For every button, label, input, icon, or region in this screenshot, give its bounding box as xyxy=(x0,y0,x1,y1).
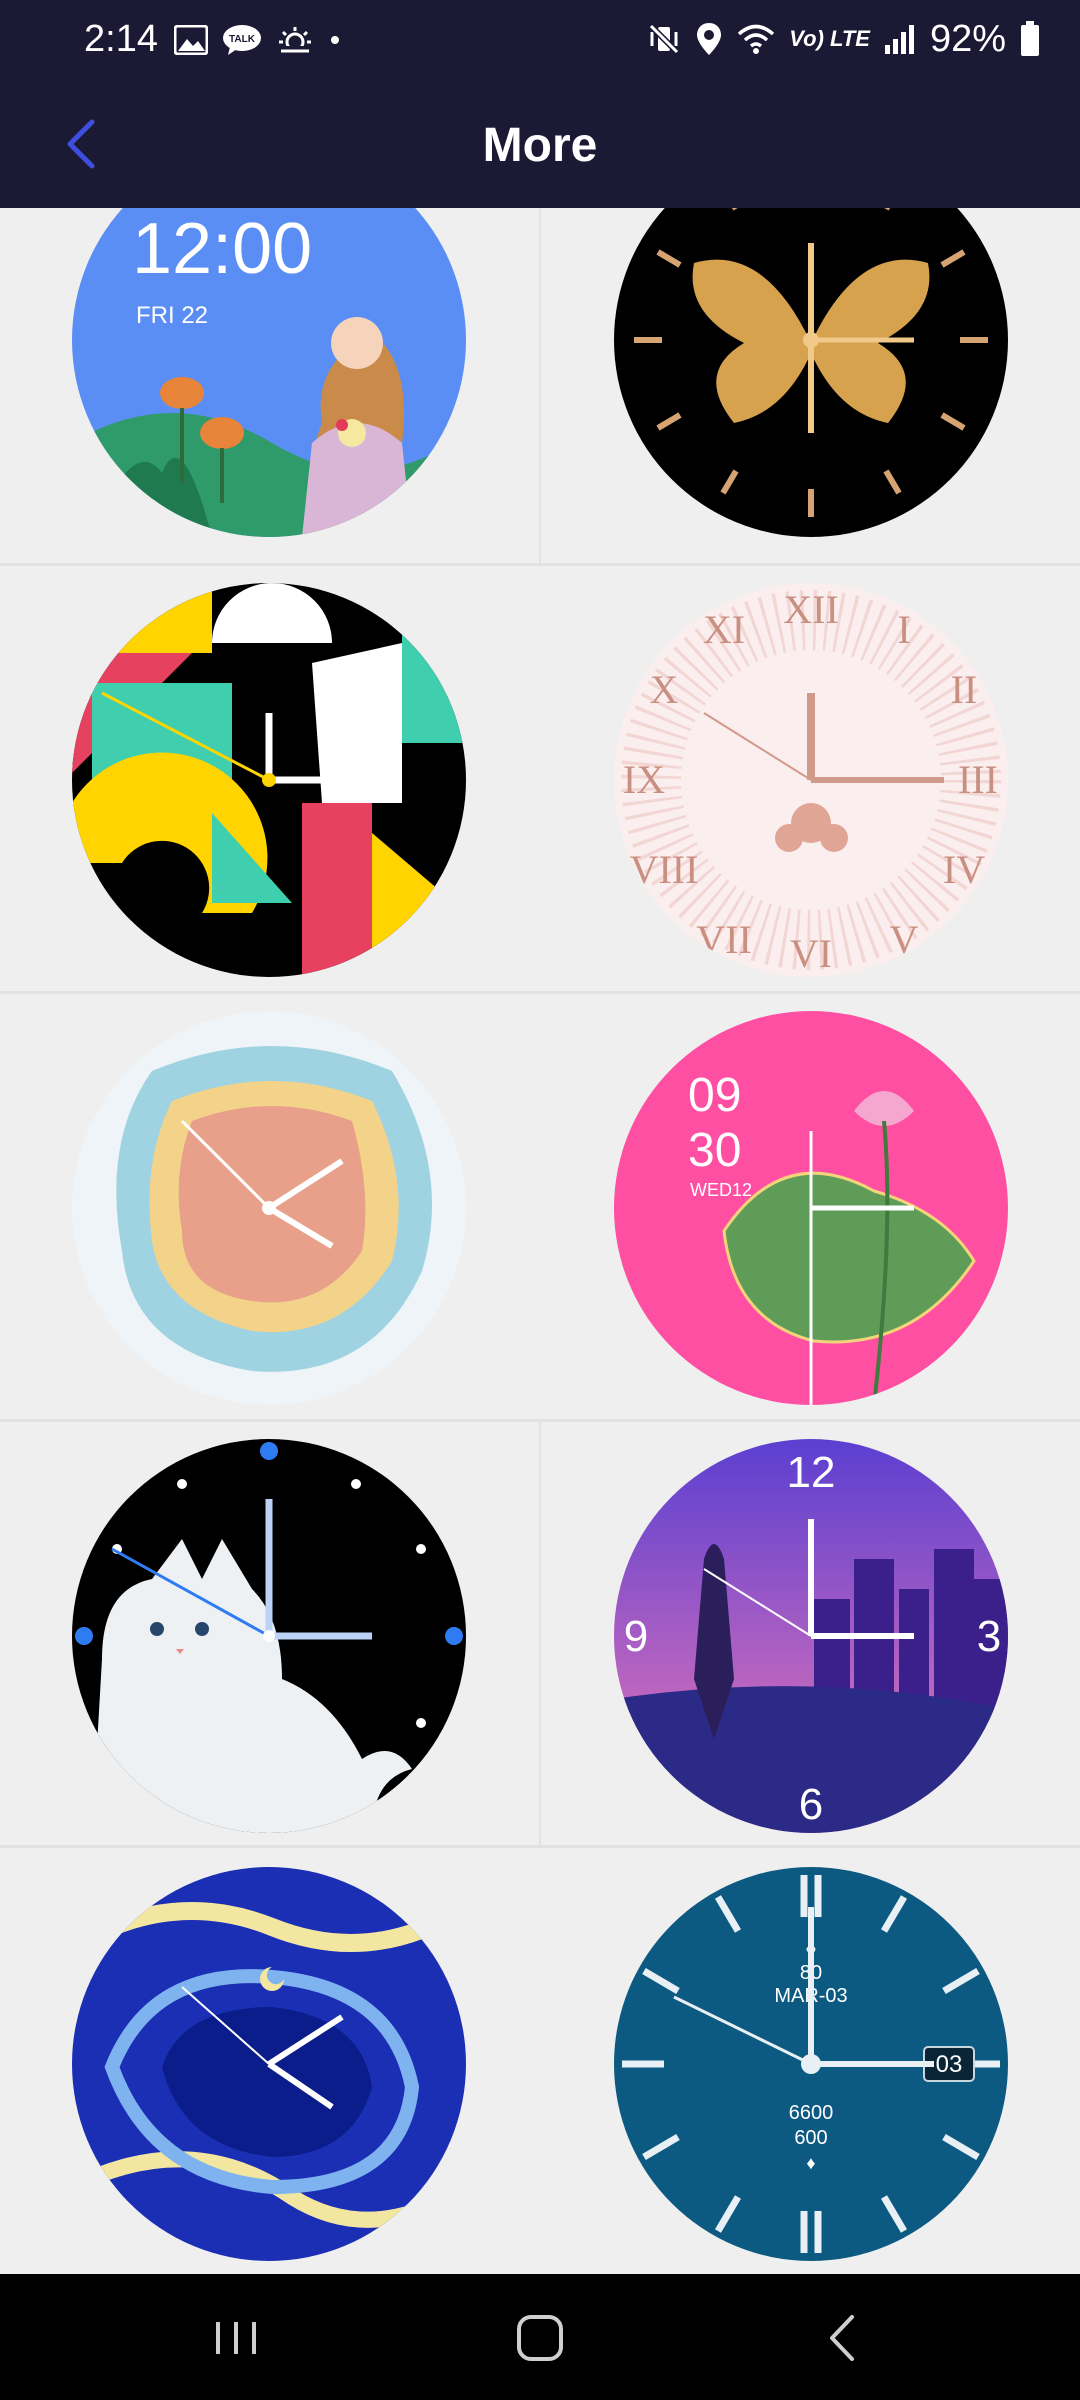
face-numeral-9: 9 xyxy=(624,1612,648,1661)
svg-text:VII: VII xyxy=(696,917,752,962)
face-calories: 600 xyxy=(794,2127,827,2149)
watch-face-pink-roman[interactable]: XII VI IX III XI I X II VIII IV VII V xyxy=(614,583,1008,977)
svg-text:V: V xyxy=(890,917,919,962)
face-numeral-3: 3 xyxy=(977,1612,1001,1661)
wifi-icon xyxy=(738,24,775,54)
battery-percent: 92% xyxy=(929,17,1006,60)
network-label: Vo) LTE xyxy=(789,26,870,51)
row-divider xyxy=(0,991,1080,994)
app-header: More xyxy=(0,80,1080,208)
svg-text:VIII: VIII xyxy=(630,847,699,892)
svg-text:XI: XI xyxy=(703,607,745,652)
face-time: 12:00 xyxy=(132,209,312,289)
face-hour: 09 xyxy=(688,1069,741,1122)
svg-text:VI: VI xyxy=(790,931,832,976)
watch-face-pink-lotus[interactable]: 09 30 WED12 xyxy=(614,1011,1008,1405)
back-icon[interactable] xyxy=(804,2302,884,2372)
svg-text:IV: IV xyxy=(943,847,985,892)
weather-icon xyxy=(278,27,312,56)
home-icon[interactable] xyxy=(500,2302,580,2372)
svg-text:XII: XII xyxy=(783,587,839,632)
svg-text:III: III xyxy=(958,757,998,802)
watch-face-city-couple[interactable]: 12 9 3 6 xyxy=(614,1439,1008,1833)
watch-face-geometric[interactable] xyxy=(72,583,466,977)
status-bar: 2:14 TALK Vo) LTE 92% xyxy=(0,0,1080,80)
location-icon xyxy=(697,23,722,55)
watch-face-grid: 12:00 FRI 22 XII VI IX III XI I X II VII… xyxy=(0,208,1080,2274)
column-divider xyxy=(539,208,541,563)
face-minute: 30 xyxy=(688,1124,741,1177)
row-divider xyxy=(0,1845,1080,1848)
page-title: More xyxy=(482,119,598,172)
svg-text:IX: IX xyxy=(623,757,665,802)
vibrate-mute-icon xyxy=(649,23,680,55)
dot-icon xyxy=(331,36,339,44)
svg-text:TALK: TALK xyxy=(229,34,256,45)
face-day: 03 xyxy=(936,2051,963,2078)
face-numeral-12: 12 xyxy=(787,1448,836,1497)
gallery-icon xyxy=(174,25,208,55)
face-numeral-6: 6 xyxy=(799,1780,823,1829)
svg-text:I: I xyxy=(897,607,910,652)
svg-text:II: II xyxy=(951,667,978,712)
system-navigation-bar xyxy=(0,2274,1080,2400)
watch-face-girl-flowers[interactable]: 12:00 FRI 22 xyxy=(72,208,466,537)
watch-face-blue-sport[interactable]: ♥ 80 MAR-03 03 6600 600 ♦ xyxy=(614,1867,1008,2261)
svg-text:♦: ♦ xyxy=(806,2153,815,2173)
battery-icon xyxy=(1021,21,1039,56)
watch-face-golden-butterfly[interactable] xyxy=(614,208,1008,537)
watch-face-white-cat[interactable] xyxy=(72,1439,466,1833)
face-date: FRI 22 xyxy=(136,302,208,329)
face-date: WED12 xyxy=(690,1180,752,1200)
column-divider xyxy=(539,1421,541,1845)
signal-icon xyxy=(884,25,914,54)
talk-icon: TALK xyxy=(223,25,261,55)
watch-face-paper-layers[interactable] xyxy=(72,1011,466,1405)
row-divider xyxy=(0,563,1080,566)
status-time: 2:14 xyxy=(84,18,158,60)
recent-apps-icon[interactable] xyxy=(196,2302,276,2372)
svg-text:X: X xyxy=(650,667,679,712)
face-steps: 6600 xyxy=(789,2102,834,2124)
watch-face-starry-swirl[interactable] xyxy=(72,1867,466,2261)
